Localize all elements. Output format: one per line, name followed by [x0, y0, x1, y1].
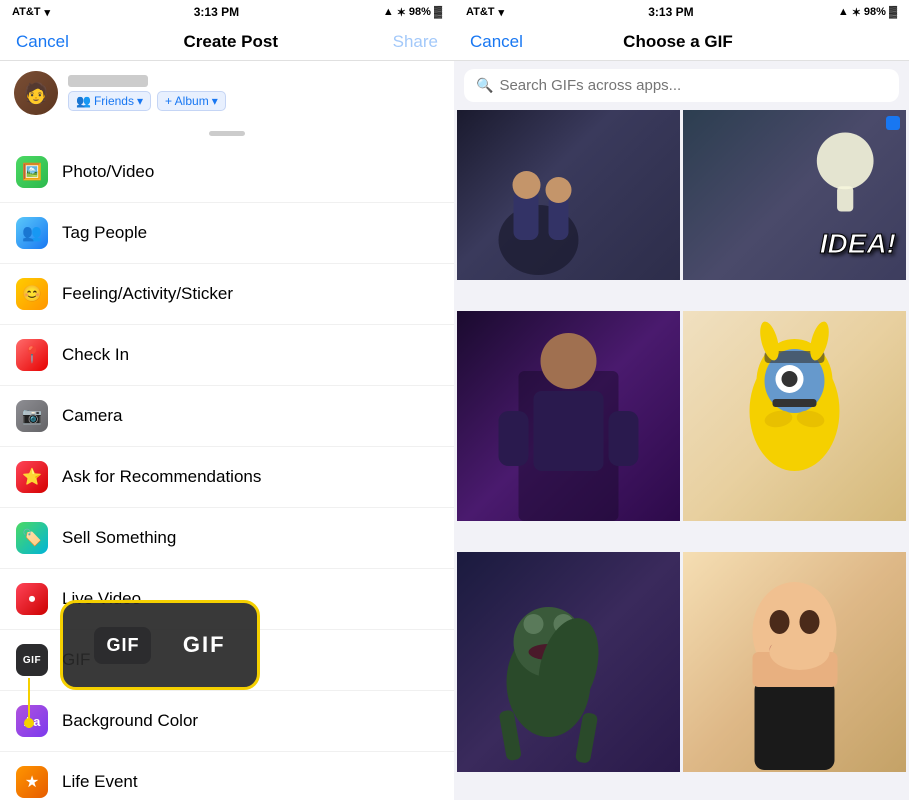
- right-panel: AT&T ▾ 3:13 PM ▲ ✶ 98% ▓ Cancel Choose a…: [454, 0, 909, 800]
- tag-people-label: Tag People: [62, 223, 147, 243]
- menu-item-camera[interactable]: 📷 Camera: [0, 386, 454, 447]
- menu-item-tag-people[interactable]: 👥 Tag People: [0, 203, 454, 264]
- drag-handle[interactable]: [0, 125, 454, 142]
- user-name-placeholder: [68, 75, 148, 87]
- live-video-icon: ⏺: [16, 583, 48, 615]
- check-in-icon: 📍: [16, 339, 48, 371]
- right-carrier-text: AT&T: [466, 6, 495, 18]
- gif-tooltip-light: GIF: [183, 632, 226, 658]
- sell-something-icon: 🏷️: [16, 522, 48, 554]
- location-icon: ▲: [383, 6, 394, 18]
- wifi-icon: ▾: [45, 6, 51, 19]
- create-post-title: Create Post: [184, 32, 278, 52]
- friends-icon: 👥: [76, 94, 91, 108]
- right-battery-icon: ▓: [889, 6, 897, 18]
- right-bluetooth-icon: ✶: [852, 6, 861, 19]
- menu-item-feeling[interactable]: 😊 Feeling/Activity/Sticker: [0, 264, 454, 325]
- right-status-bar: AT&T ▾ 3:13 PM ▲ ✶ 98% ▓: [454, 0, 909, 24]
- status-time: 3:13 PM: [194, 5, 239, 19]
- feeling-label: Feeling/Activity/Sticker: [62, 284, 233, 304]
- idea-text: IDEA!: [820, 228, 896, 260]
- drag-bar: [209, 131, 245, 136]
- gif-tooltip-arrow: [28, 678, 30, 728]
- gif-cell-3[interactable]: [457, 311, 680, 521]
- menu-item-ask-recommendations[interactable]: ⭐ Ask for Recommendations: [0, 447, 454, 508]
- ask-recommendations-icon: ⭐: [16, 461, 48, 493]
- friends-badge[interactable]: 👥 Friends ▾: [68, 91, 151, 111]
- user-row: 🧑 👥 Friends ▾ + Album ▾: [0, 61, 454, 125]
- album-label: + Album: [165, 94, 209, 108]
- gif-cell-5[interactable]: [457, 552, 680, 772]
- menu-item-photo-video[interactable]: 🖼️ Photo/Video: [0, 142, 454, 203]
- menu-item-background-color[interactable]: Aa Background Color: [0, 691, 454, 752]
- left-nav-bar: Cancel Create Post Share: [0, 24, 454, 61]
- life-event-icon: ★: [16, 766, 48, 798]
- gif-badge: [886, 116, 900, 130]
- cancel-button[interactable]: Cancel: [16, 32, 69, 52]
- avatar: 🧑: [14, 71, 58, 115]
- bluetooth-icon: ✶: [397, 6, 406, 19]
- gif-icon: GIF: [16, 644, 48, 676]
- gif-grid: IDEA!: [454, 110, 909, 800]
- menu-item-check-in[interactable]: 📍 Check In: [0, 325, 454, 386]
- camera-label: Camera: [62, 406, 122, 426]
- check-in-label: Check In: [62, 345, 129, 365]
- ask-recommendations-label: Ask for Recommendations: [62, 467, 261, 487]
- gif-cell-2[interactable]: IDEA!: [683, 110, 906, 280]
- photo-video-icon: 🖼️: [16, 156, 48, 188]
- right-cancel-button[interactable]: Cancel: [470, 32, 523, 52]
- right-status-time: 3:13 PM: [648, 5, 693, 19]
- battery-text: 98%: [409, 6, 431, 18]
- gif-cell-6[interactable]: [683, 552, 906, 772]
- friends-label: Friends: [94, 94, 134, 108]
- user-controls: 👥 Friends ▾ + Album ▾: [68, 91, 226, 111]
- right-status-right: ▲ ✶ 98% ▓: [838, 6, 897, 19]
- right-wifi-icon: ▾: [499, 6, 505, 19]
- status-left: AT&T ▾: [12, 6, 50, 19]
- menu-list: 🖼️ Photo/Video 👥 Tag People 😊 Feeling/Ac…: [0, 142, 454, 800]
- carrier-text: AT&T: [12, 6, 41, 18]
- life-event-label: Life Event: [62, 772, 138, 792]
- background-color-label: Background Color: [62, 711, 198, 731]
- share-button[interactable]: Share: [393, 32, 438, 52]
- right-nav-bar: Cancel Choose a GIF: [454, 24, 909, 61]
- user-info: 👥 Friends ▾ + Album ▾: [68, 75, 226, 111]
- gif-tooltip-dark: GIF: [94, 627, 151, 664]
- left-status-bar: AT&T ▾ 3:13 PM ▲ ✶ 98% ▓: [0, 0, 454, 24]
- menu-item-sell-something[interactable]: 🏷️ Sell Something: [0, 508, 454, 569]
- gif-cell-1[interactable]: [457, 110, 680, 280]
- right-battery-text: 98%: [864, 6, 886, 18]
- tag-people-icon: 👥: [16, 217, 48, 249]
- album-badge[interactable]: + Album ▾: [157, 91, 226, 111]
- avatar-image: 🧑: [14, 71, 58, 115]
- camera-icon: 📷: [16, 400, 48, 432]
- menu-item-life-event[interactable]: ★ Life Event: [0, 752, 454, 800]
- photo-video-label: Photo/Video: [62, 162, 154, 182]
- gif-tooltip: GIF GIF: [60, 600, 260, 690]
- search-icon: 🔍: [476, 77, 493, 94]
- gif-search-input[interactable]: [499, 77, 887, 94]
- album-chevron: ▾: [212, 94, 218, 108]
- right-status-left: AT&T ▾: [466, 6, 504, 19]
- sell-something-label: Sell Something: [62, 528, 176, 548]
- friends-chevron: ▾: [137, 94, 143, 108]
- feeling-icon: 😊: [16, 278, 48, 310]
- gif-cell-4[interactable]: [683, 311, 906, 521]
- choose-gif-title: Choose a GIF: [623, 32, 733, 52]
- left-panel: AT&T ▾ 3:13 PM ▲ ✶ 98% ▓ Cancel Create P…: [0, 0, 454, 800]
- battery-icon: ▓: [434, 6, 442, 18]
- status-right: ▲ ✶ 98% ▓: [383, 6, 442, 19]
- gif-search-bar[interactable]: 🔍: [464, 69, 899, 102]
- right-location-icon: ▲: [838, 6, 849, 18]
